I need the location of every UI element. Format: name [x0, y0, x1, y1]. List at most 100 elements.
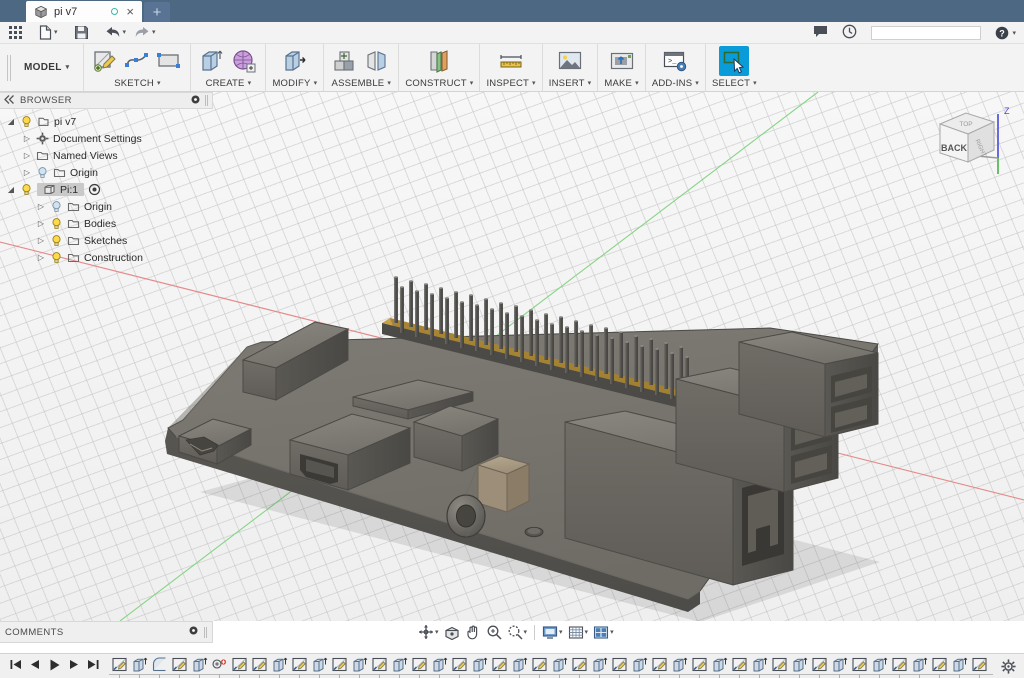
timeline-feature-extrude[interactable] [269, 654, 289, 678]
panel-options-icon[interactable] [191, 95, 200, 107]
tree-node-component-pi[interactable]: ◢ Pi:1 [0, 181, 213, 198]
create-form-button[interactable] [229, 46, 259, 76]
zoom-button[interactable]: ▾ [505, 622, 530, 642]
lightbulb-on-icon[interactable] [20, 183, 33, 196]
lightbulb-on-icon[interactable] [50, 217, 63, 230]
joint-button[interactable] [362, 46, 392, 76]
zoom-fit-button[interactable] [484, 622, 504, 642]
timeline-feature-sketch[interactable] [109, 654, 129, 678]
new-component-button[interactable] [330, 46, 360, 76]
comments-panel[interactable]: COMMENTS [0, 621, 213, 643]
orbit-button[interactable]: ▾ [416, 622, 441, 642]
timeline-feature-sketch[interactable] [609, 654, 629, 678]
timeline-feature-sketch[interactable] [729, 654, 749, 678]
lightbulb-on-icon[interactable] [20, 115, 33, 128]
document-tab[interactable]: pi v7 × [26, 1, 142, 22]
redo-button[interactable]: ▾ [131, 23, 159, 43]
timeline-feature-extrude[interactable] [129, 654, 149, 678]
timeline-feature-sketch[interactable] [769, 654, 789, 678]
timeline-feature-extrude[interactable] [949, 654, 969, 678]
3d-print-button[interactable] [607, 46, 637, 76]
comments-resize-handle[interactable] [204, 626, 207, 638]
timeline-feature-extrude[interactable] [509, 654, 529, 678]
timeline-feature-extrude[interactable] [829, 654, 849, 678]
timeline-feature-sketch[interactable] [329, 654, 349, 678]
lightbulb-on-icon[interactable] [50, 234, 63, 247]
search-input[interactable] [871, 26, 982, 40]
timeline-feature-extrude[interactable] [709, 654, 729, 678]
display-settings-button[interactable]: ▾ [540, 622, 565, 642]
pan-button[interactable] [463, 622, 483, 642]
scripts-addins-button[interactable]: >_ [660, 46, 690, 76]
timeline-feature-sketch[interactable] [449, 654, 469, 678]
timeline-feature-sketch[interactable] [409, 654, 429, 678]
rectangle-button[interactable] [154, 46, 184, 76]
expand-arrow-icon[interactable]: ◢ [6, 185, 16, 194]
timeline-feature-extrude[interactable] [429, 654, 449, 678]
help-button[interactable]: ? ▾ [995, 26, 1016, 40]
expand-arrow-icon[interactable]: ▷ [36, 202, 46, 211]
expand-arrow-icon[interactable]: ▷ [22, 168, 32, 177]
timeline-feature-sketch[interactable] [929, 654, 949, 678]
timeline-feature-fillet[interactable] [149, 654, 169, 678]
timeline-track[interactable] [109, 654, 993, 678]
timeline-feature-extrude[interactable] [749, 654, 769, 678]
timeline-feature-extrude[interactable] [989, 654, 993, 678]
collapse-left-icon[interactable] [4, 94, 15, 107]
timeline-step-back-button[interactable] [29, 658, 41, 674]
timeline-jump-start-button[interactable] [9, 658, 22, 674]
app-grid-button[interactable] [5, 23, 26, 43]
timeline-feature-extrude[interactable] [589, 654, 609, 678]
tree-node-sketches[interactable]: ▷ Sketches [0, 232, 213, 249]
viewports-button[interactable]: ▾ [591, 622, 616, 642]
timeline-feature-sketch[interactable] [529, 654, 549, 678]
tree-node-root[interactable]: ◢ pi v7 [0, 113, 213, 130]
insert-image-button[interactable] [555, 46, 585, 76]
tree-node-named-views[interactable]: ▷ Named Views [0, 147, 213, 164]
timeline-feature-extrude[interactable] [869, 654, 889, 678]
timeline-feature-extrude[interactable] [189, 654, 209, 678]
activate-component-icon[interactable] [88, 183, 101, 196]
timeline-feature-sketch[interactable] [169, 654, 189, 678]
browser-resize-handle[interactable] [205, 95, 208, 106]
measure-button[interactable] [496, 46, 526, 76]
expand-arrow-icon[interactable]: ▷ [22, 134, 32, 143]
timeline-feature-extrude[interactable] [669, 654, 689, 678]
timeline-feature-extrude[interactable] [309, 654, 329, 678]
timeline-feature-extrude[interactable] [629, 654, 649, 678]
new-tab-button[interactable]: + [144, 2, 170, 22]
close-tab-button[interactable]: × [124, 5, 136, 18]
timeline-feature-extrude[interactable] [909, 654, 929, 678]
workspace-selector[interactable]: MODEL ▾ [14, 44, 85, 91]
timeline-feature-sketch[interactable] [969, 654, 989, 678]
expand-arrow-icon[interactable]: ▷ [36, 253, 46, 262]
tree-node-document-settings[interactable]: ▷ Document Settings [0, 130, 213, 147]
timeline-settings-button[interactable] [993, 658, 1024, 674]
panel-options-icon[interactable] [189, 626, 198, 638]
spline-button[interactable] [122, 46, 152, 76]
timeline-feature-sketch[interactable] [369, 654, 389, 678]
file-menu-button[interactable]: ▾ [36, 23, 61, 43]
extrude-button[interactable] [197, 46, 227, 76]
offset-plane-button[interactable] [424, 46, 454, 76]
timeline-feature-extrude[interactable] [389, 654, 409, 678]
expand-arrow-icon[interactable]: ▷ [36, 236, 46, 245]
timeline-step-forward-button[interactable] [68, 658, 80, 674]
lightbulb-off-icon[interactable] [36, 166, 49, 179]
expand-arrow-icon[interactable]: ◢ [6, 117, 16, 126]
select-button[interactable] [719, 46, 750, 76]
undo-button[interactable]: ▾ [102, 23, 130, 43]
timeline-feature-hole[interactable] [209, 654, 229, 678]
timeline-feature-sketch[interactable] [809, 654, 829, 678]
create-sketch-button[interactable] [90, 46, 120, 76]
tree-node-bodies[interactable]: ▷ Bodies [0, 215, 213, 232]
view-cube[interactable]: Z TOP BACK RIGHT [920, 100, 1012, 180]
grid-snaps-button[interactable]: ▾ [566, 622, 591, 642]
timeline-jump-end-button[interactable] [87, 658, 100, 674]
tree-node-origin-root[interactable]: ▷ Origin [0, 164, 213, 181]
lightbulb-on-icon[interactable] [50, 251, 63, 264]
timeline-feature-sketch[interactable] [289, 654, 309, 678]
comments-toggle-button[interactable] [813, 25, 828, 41]
press-pull-button[interactable] [280, 46, 310, 76]
timeline-feature-sketch[interactable] [649, 654, 669, 678]
